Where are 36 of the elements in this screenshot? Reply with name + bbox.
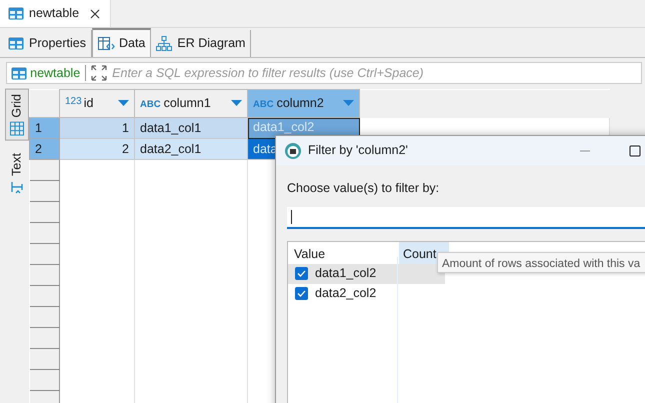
value-row[interactable]: data2_col2 — [288, 284, 445, 304]
tooltip: Amount of rows associated with this va — [437, 252, 645, 273]
checkbox[interactable] — [295, 267, 308, 280]
table-icon — [8, 36, 25, 51]
expand-icon[interactable] — [91, 65, 108, 81]
close-icon[interactable] — [88, 6, 102, 20]
row-number[interactable]: 1 — [30, 118, 60, 138]
column-header[interactable]: ABC column2 — [248, 90, 360, 118]
sort-dropdown-icon[interactable] — [231, 100, 242, 107]
sort-dropdown-icon[interactable] — [118, 100, 129, 107]
side-tab[interactable]: Grid — [5, 89, 29, 141]
side-tab[interactable]: Text — [5, 148, 29, 198]
filter-input[interactable]: Enter a SQL expression to filter results (use Ctrl+Space) — [112, 64, 637, 82]
app-logo-icon — [284, 142, 302, 160]
search-field[interactable] — [287, 206, 645, 229]
filter-bar[interactable]: newtable Enter a SQL expression to filter results (use Ctrl+Space) — [6, 62, 642, 84]
dialog-title: Filter by 'column2' — [308, 142, 408, 160]
table-link[interactable]: newtable — [11, 64, 80, 82]
table-cell[interactable]: data2_col1 — [134, 138, 248, 160]
diagram-icon — [156, 36, 174, 51]
data-editor-icon — [98, 36, 115, 51]
table-icon — [11, 66, 27, 80]
maximize-button[interactable] — [628, 144, 642, 158]
table-cell[interactable]: 2 — [60, 138, 134, 160]
editor-tab[interactable]: newtable — [0, 0, 112, 27]
column-header[interactable]: ABC column1 — [134, 90, 248, 118]
view-tab[interactable]: Data — [92, 28, 152, 57]
column-header[interactable]: Value — [288, 242, 399, 264]
text-format-icon — [10, 180, 24, 194]
prompt-label: Choose value(s) to filter by: — [287, 180, 440, 197]
table-icon — [8, 6, 24, 21]
table-cell[interactable]: 1 — [60, 118, 134, 138]
row-number[interactable]: 2 — [30, 138, 60, 160]
grid-icon — [10, 122, 24, 136]
table-cell[interactable]: data1_col1 — [134, 118, 248, 138]
checkbox[interactable] — [295, 287, 308, 300]
